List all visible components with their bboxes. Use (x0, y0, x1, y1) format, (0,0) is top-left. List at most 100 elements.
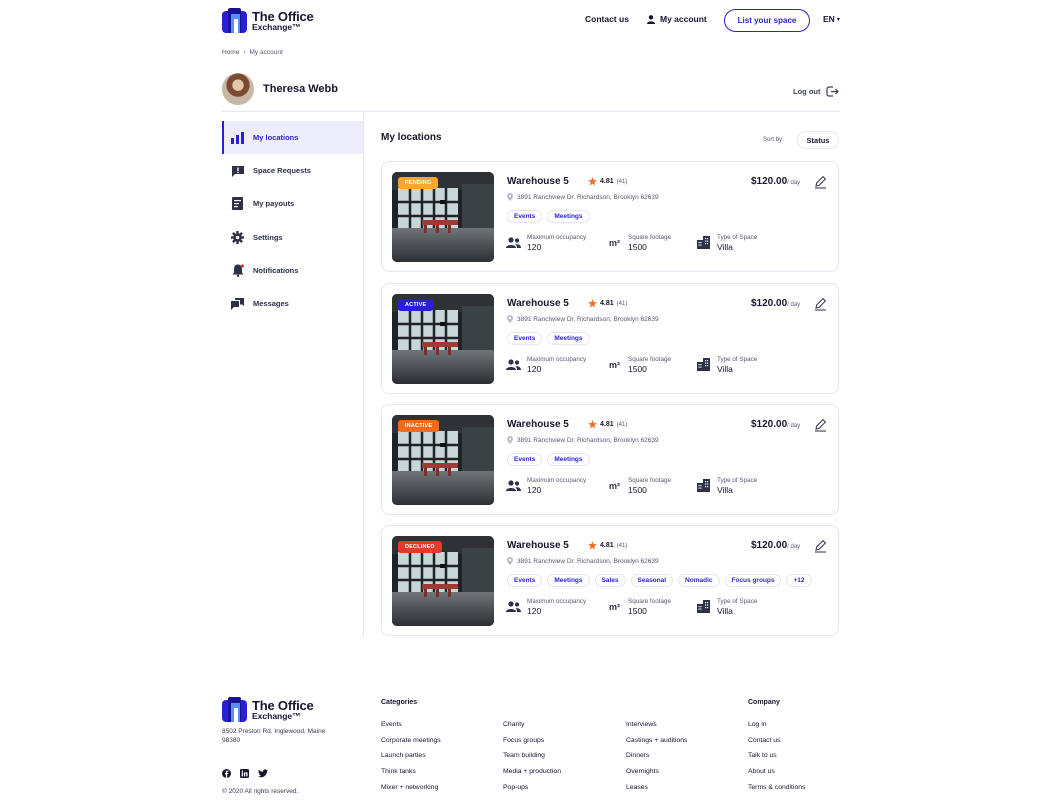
price-unit: / day (787, 302, 801, 308)
feature-tag[interactable]: Events (507, 332, 543, 345)
footer-category-link[interactable]: Launch parties (381, 752, 426, 759)
footer-category-link[interactable]: Team building (503, 752, 545, 759)
feature-tag[interactable]: Seasonal (630, 574, 674, 587)
logout-icon (825, 86, 839, 97)
location-title[interactable]: Warehouse 5 (507, 540, 569, 551)
brand-line1: The Office (252, 697, 314, 713)
price-value: $120.00 (751, 176, 788, 187)
sidebar-item-my-payouts[interactable]: My payouts (222, 187, 363, 220)
square-meter-icon: m² (609, 237, 620, 248)
alert-box-icon (231, 164, 244, 177)
footer-category-link[interactable]: Think tanks (381, 768, 416, 775)
breadcrumb-home[interactable]: Home (222, 49, 239, 56)
review-count: (41) (616, 542, 628, 549)
location-thumbnail[interactable]: DECLINED (392, 536, 494, 626)
occupancy-value: 120 (527, 241, 542, 252)
location-card[interactable]: DECLINED Warehouse 5 4.81 (41) 3891 Ranc… (381, 525, 839, 636)
location-card[interactable]: ACTIVE Warehouse 5 4.81 (41) 3891 Ranchv… (381, 283, 839, 394)
footer-company-link[interactable]: Terms & conditions (748, 784, 805, 791)
feature-tags: Events Meetings (507, 210, 590, 223)
footer-category-link[interactable]: Charity (503, 721, 525, 728)
sidebar-item-messages[interactable]: Messages (222, 287, 363, 320)
footer-category-link[interactable]: Interviews (626, 721, 657, 728)
stat-label: Maximum occupancy (527, 356, 587, 363)
location-card[interactable]: INACTIVE Warehouse 5 4.81 (41) 3891 Ranc… (381, 404, 839, 515)
space-type-stat: Type of Space Villa (696, 234, 757, 252)
location-title[interactable]: Warehouse 5 (507, 176, 569, 187)
feature-tags: Events Meetings (507, 332, 590, 345)
edit-pencil-icon[interactable] (814, 297, 827, 311)
location-title[interactable]: Warehouse 5 (507, 298, 569, 309)
space-type-stat: Type of Space Villa (696, 477, 757, 495)
location-thumbnail[interactable]: ACTIVE (392, 294, 494, 384)
sidebar-item-label: Messages (253, 299, 289, 308)
feature-tag[interactable]: Meetings (547, 574, 590, 587)
facebook-icon[interactable] (222, 769, 231, 778)
footer-category-link[interactable]: Dinners (626, 752, 649, 759)
status-badge: DECLINED (398, 541, 442, 553)
footer-company-link[interactable]: Contact us (748, 737, 781, 744)
location-card[interactable]: PENDING Warehouse 5 4.81 (41) 3891 Ranch… (381, 161, 839, 272)
people-icon (506, 357, 521, 372)
sidebar-item-settings[interactable]: Settings (222, 221, 363, 254)
footer-company-link[interactable]: Log in (748, 721, 767, 728)
logout-label: Log out (793, 87, 821, 96)
sidebar-item-notifications[interactable]: Notifications (222, 254, 363, 287)
footer-category-link[interactable]: Overnights (626, 768, 659, 775)
contact-link[interactable]: Contact us (585, 14, 629, 24)
footer-brand-logo[interactable]: The Office Exchange™ (222, 697, 314, 722)
feature-tag[interactable]: Events (507, 210, 543, 223)
my-account-label: My account (660, 14, 707, 24)
list-your-space-button[interactable]: List your space (724, 9, 810, 32)
feature-tag[interactable]: Events (507, 453, 543, 466)
footer-category-link[interactable]: Media + production (503, 768, 561, 775)
chat-icon (231, 297, 244, 310)
feature-tag[interactable]: +12 (786, 574, 812, 587)
footer-category-link[interactable]: Focus groups (503, 737, 544, 744)
edit-pencil-icon[interactable] (814, 418, 827, 432)
footer-category-link[interactable]: Castings + auditions (626, 737, 687, 744)
sidebar-item-my-locations[interactable]: My locations (222, 121, 363, 154)
sidebar-item-label: Notifications (253, 266, 299, 275)
logout-button[interactable]: Log out (793, 86, 839, 97)
footer-category-link[interactable]: Leases (626, 784, 648, 791)
footage-value: 1500 (628, 241, 647, 252)
sidebar-item-space-requests[interactable]: Space Requests (222, 154, 363, 187)
stat-label: Square footage (628, 598, 672, 605)
feature-tag[interactable]: Nomadic (678, 574, 720, 587)
occupancy-value: 120 (527, 484, 542, 495)
footer-category-link[interactable]: Corporate meetings (381, 737, 441, 744)
map-pin-icon (507, 557, 513, 565)
twitter-icon[interactable] (258, 769, 268, 778)
edit-pencil-icon[interactable] (814, 539, 827, 553)
location-thumbnail[interactable]: PENDING (392, 172, 494, 262)
linkedin-icon[interactable] (240, 769, 249, 778)
feature-tag[interactable]: Events (507, 574, 543, 587)
footage-stat: m² Square footage 1500 (607, 598, 671, 616)
footer-category-link[interactable]: Events (381, 721, 402, 728)
feature-tag[interactable]: Meetings (547, 453, 590, 466)
my-account-link[interactable]: My account (647, 14, 707, 24)
sidebar-item-label: Space Requests (253, 166, 311, 175)
location-title[interactable]: Warehouse 5 (507, 419, 569, 430)
feature-tag[interactable]: Meetings (547, 210, 590, 223)
feature-tag[interactable]: Meetings (547, 332, 590, 345)
people-icon (506, 478, 521, 493)
footage-value: 1500 (628, 363, 647, 374)
map-pin-icon (507, 193, 513, 201)
footer-category-link[interactable]: Mixer + networking (381, 784, 438, 791)
space-type-value: Villa (717, 241, 733, 252)
breadcrumb: Home › My account (222, 49, 283, 56)
edit-pencil-icon[interactable] (814, 175, 827, 189)
footer-company-link[interactable]: About us (748, 768, 775, 775)
receipt-icon (231, 197, 244, 210)
footer-category-link[interactable]: Pop-ups (503, 784, 528, 791)
feature-tag[interactable]: Sales (594, 574, 626, 587)
location-thumbnail[interactable]: INACTIVE (392, 415, 494, 505)
space-type-stat: Type of Space Villa (696, 598, 757, 616)
language-selector[interactable]: EN ▾ (823, 14, 840, 24)
brand-logo[interactable]: The Office Exchange™ (222, 8, 314, 33)
footer-company-link[interactable]: Talk to us (748, 752, 777, 759)
feature-tag[interactable]: Focus groups (724, 574, 782, 587)
sort-select[interactable]: Status (797, 131, 839, 149)
